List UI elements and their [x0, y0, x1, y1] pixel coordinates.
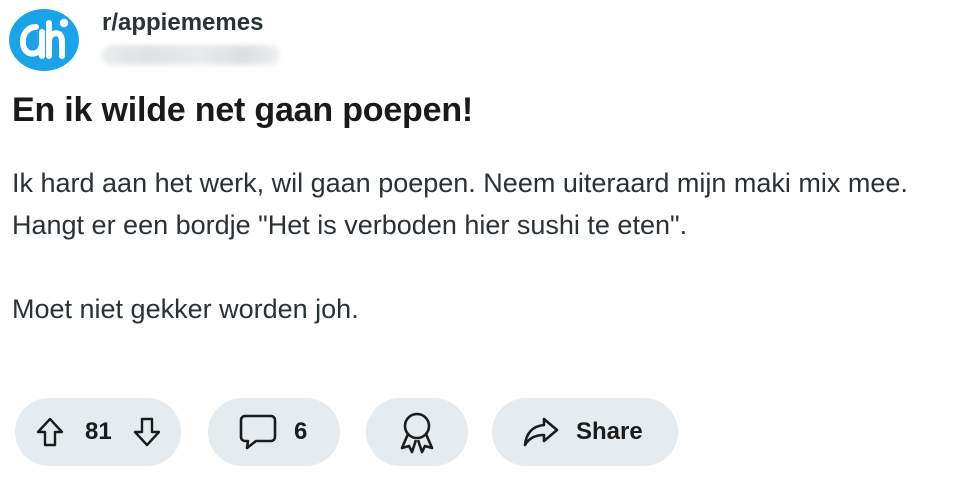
- share-arrow-icon: [522, 415, 560, 449]
- speech-bubble-icon: [238, 412, 278, 452]
- albert-heijn-logo-icon: [19, 18, 69, 59]
- downvote-button[interactable]: [132, 416, 162, 448]
- share-button[interactable]: Share: [492, 398, 678, 466]
- post-body-paragraph: Moet niet gekker worden joh.: [12, 294, 359, 324]
- post-body-paragraph: Ik hard aan het werk, wil gaan poepen. N…: [12, 168, 908, 240]
- subreddit-link[interactable]: r/appiememes: [102, 9, 280, 37]
- score-count: 81: [85, 418, 112, 445]
- comment-count: 6: [294, 418, 308, 445]
- post-action-bar: 81 6 Share: [15, 398, 678, 466]
- post-body: Ik hard aan het werk, wil gaan poepen. N…: [12, 162, 942, 330]
- arrow-down-icon: [133, 417, 160, 447]
- post-title[interactable]: En ik wilde net gaan poepen!: [12, 88, 473, 132]
- award-button[interactable]: [366, 398, 468, 466]
- comments-button[interactable]: 6: [208, 398, 340, 466]
- author-name-redacted: [102, 45, 280, 65]
- post-header: r/appiememes: [9, 9, 280, 71]
- upvote-button[interactable]: [35, 416, 65, 448]
- post-meta: r/appiememes: [102, 9, 280, 65]
- subreddit-avatar[interactable]: [9, 9, 79, 71]
- award-ribbon-icon: [397, 410, 437, 454]
- share-label: Share: [576, 418, 643, 445]
- vote-pill: 81: [15, 398, 181, 466]
- arrow-up-icon: [36, 417, 64, 447]
